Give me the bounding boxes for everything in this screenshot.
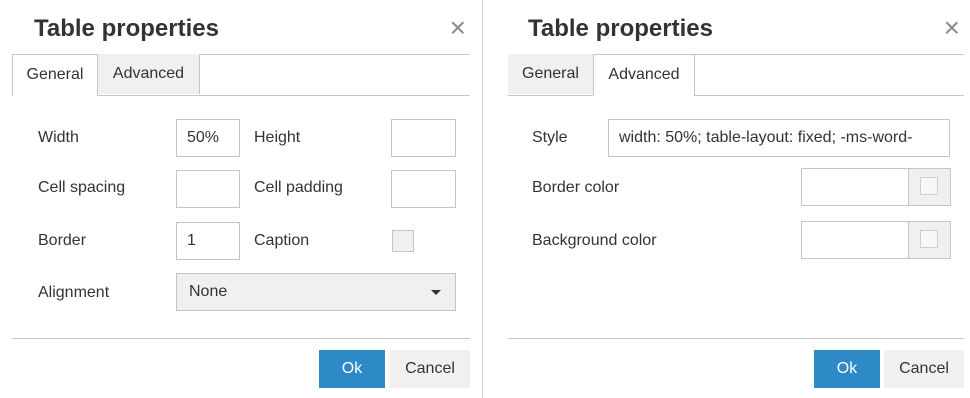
table-properties-dialog-general: Table properties × General Advanced Widt… — [12, 0, 470, 398]
caption-label: Caption — [254, 232, 310, 249]
close-icon[interactable]: × — [450, 14, 466, 42]
ok-button[interactable]: Ok — [814, 350, 880, 388]
color-swatch-icon — [920, 230, 938, 248]
alignment-label: Alignment — [38, 284, 110, 301]
border-color-input[interactable] — [801, 168, 951, 206]
style-input[interactable]: width: 50%; table-layout: fixed; -ms-wor… — [608, 119, 950, 157]
height-input[interactable] — [391, 119, 456, 157]
dialog-title: Table properties — [34, 15, 219, 42]
tab-general[interactable]: General — [508, 54, 594, 94]
tab-bar: General Advanced — [12, 54, 470, 96]
alignment-value: None — [189, 283, 228, 300]
footer-divider — [12, 338, 470, 339]
style-label: Style — [532, 129, 568, 146]
footer-divider — [508, 338, 964, 339]
cancel-button[interactable]: Cancel — [390, 350, 470, 388]
alignment-select[interactable]: None — [176, 273, 456, 311]
caption-checkbox[interactable] — [392, 230, 414, 252]
border-label: Border — [38, 232, 87, 249]
tab-advanced[interactable]: Advanced — [593, 54, 695, 96]
cell-spacing-label: Cell spacing — [38, 179, 126, 196]
dialog-title: Table properties — [528, 15, 713, 42]
background-color-input[interactable] — [801, 221, 951, 259]
cell-spacing-input[interactable] — [176, 170, 240, 208]
dialog-divider — [482, 0, 483, 398]
cancel-button[interactable]: Cancel — [884, 350, 964, 388]
background-color-picker-button[interactable] — [908, 222, 950, 258]
tab-bar: General Advanced — [508, 54, 964, 96]
border-color-label: Border color — [532, 179, 620, 196]
border-color-picker-button[interactable] — [908, 169, 950, 205]
cell-padding-label: Cell padding — [254, 179, 343, 196]
width-label: Width — [38, 129, 79, 146]
height-label: Height — [254, 129, 301, 146]
tab-general[interactable]: General — [12, 54, 98, 96]
cell-padding-input[interactable] — [391, 170, 456, 208]
table-properties-dialog-advanced: Table properties × General Advanced Styl… — [508, 0, 964, 398]
background-color-label: Background color — [532, 232, 657, 249]
close-icon[interactable]: × — [944, 14, 960, 42]
tab-advanced[interactable]: Advanced — [98, 54, 200, 94]
ok-button[interactable]: Ok — [319, 350, 385, 388]
width-input[interactable]: 50% — [176, 119, 240, 157]
border-input[interactable]: 1 — [176, 222, 240, 260]
color-swatch-icon — [920, 177, 938, 195]
chevron-down-icon — [431, 290, 441, 295]
